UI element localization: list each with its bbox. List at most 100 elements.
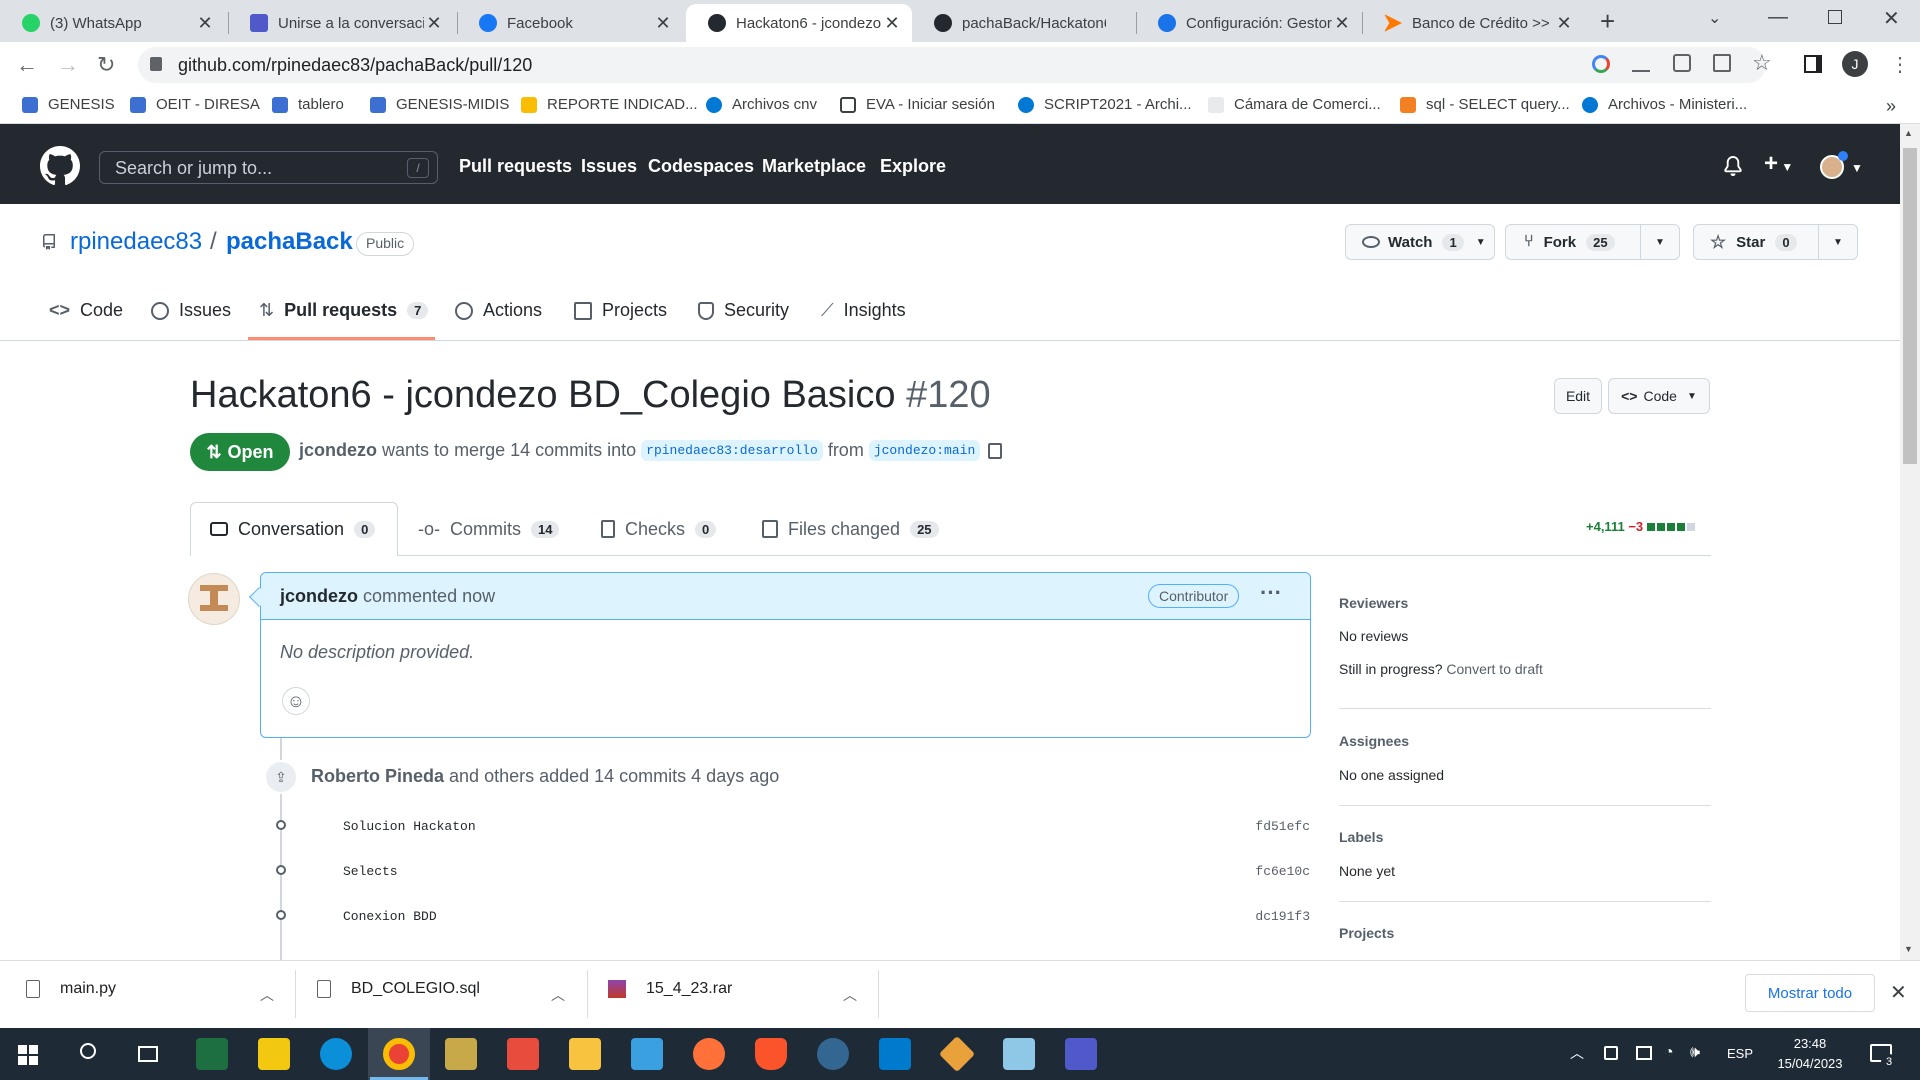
volume-icon[interactable]: 🕪 <box>1690 1044 1700 1062</box>
vscode-icon[interactable] <box>879 1038 911 1070</box>
assignees-heading[interactable]: Assignees <box>1339 733 1409 749</box>
fork-button[interactable]: ⑂ Fork 25 <box>1505 224 1641 260</box>
chevron-up-icon[interactable]: ︿ <box>1570 1043 1584 1063</box>
scroll-up-icon[interactable]: ▲ <box>1904 128 1913 138</box>
close-icon[interactable]: ✕ <box>1554 13 1574 34</box>
labels-heading[interactable]: Labels <box>1339 829 1383 845</box>
bookmarks-overflow[interactable]: » <box>1886 96 1896 117</box>
tab-actions[interactable]: Actions <box>455 300 542 321</box>
nav-marketplace[interactable]: Marketplace <box>762 156 866 177</box>
translate-icon[interactable] <box>1673 54 1691 72</box>
search-icon[interactable] <box>80 1043 96 1059</box>
share-icon[interactable] <box>1713 54 1731 72</box>
caret-down-icon[interactable]: ▼ <box>1851 161 1863 175</box>
search-input[interactable]: Search or jump to... / <box>99 151 438 184</box>
github-logo-icon[interactable] <box>40 146 80 186</box>
clock[interactable]: 23:48 15/04/2023 <box>1765 1034 1855 1074</box>
tab-hackaton6[interactable]: Hackaton6 - jcondezo ✕ <box>686 4 912 42</box>
star-dropdown-button[interactable]: ▼ <box>1818 224 1858 260</box>
commit-authors-link[interactable]: Roberto Pineda <box>311 766 444 786</box>
tab-banco[interactable]: Banco de Crédito >> B ✕ <box>1362 4 1584 42</box>
lock-icon[interactable] <box>150 57 162 71</box>
comment-timestamp[interactable]: commented now <box>363 586 495 606</box>
close-icon[interactable]: ✕ <box>882 13 902 34</box>
install-icon[interactable] <box>1632 54 1650 72</box>
task-view-icon[interactable] <box>138 1046 158 1062</box>
bell-icon[interactable] <box>1723 155 1743 177</box>
url-text[interactable]: github.com/rpinedaec83/pachaBack/pull/12… <box>178 55 532 76</box>
bookmark-archivos-ministerio[interactable]: Archivos - Ministeri... <box>1582 96 1747 113</box>
nav-codespaces[interactable]: Codespaces <box>648 156 754 177</box>
nav-issues[interactable]: Issues <box>581 156 637 177</box>
repo-owner-link[interactable]: rpinedaec83 <box>70 228 202 256</box>
maximize-button[interactable] <box>1828 10 1842 24</box>
new-tab-button[interactable]: + <box>1600 6 1615 37</box>
tab-pull-requests[interactable]: ⇅ Pull requests 7 <box>259 300 429 321</box>
fork-dropdown-button[interactable]: ▼ <box>1640 224 1680 260</box>
edit-button[interactable]: Edit <box>1554 378 1602 414</box>
close-icon[interactable]: ✕ <box>653 13 673 34</box>
star-button[interactable]: ☆ Star 0 <box>1693 224 1819 260</box>
watch-button[interactable]: Watch 1 ▼ <box>1345 224 1495 260</box>
close-icon[interactable]: ✕ <box>1332 13 1352 34</box>
chevron-up-icon[interactable]: ︿ <box>260 985 274 1005</box>
bookmark-script2021[interactable]: SCRIPT2021 - Archi... <box>1018 96 1192 113</box>
tab-files-changed[interactable]: Files changed 25 <box>762 503 939 555</box>
bookmark-star-icon[interactable]: ☆ <box>1752 50 1772 76</box>
back-icon[interactable]: ← <box>16 52 38 78</box>
tab-commits[interactable]: -o- Commits 14 <box>418 503 560 555</box>
bookmark-reporte[interactable]: REPORTE INDICAD... <box>521 96 698 113</box>
chrome-icon[interactable] <box>383 1038 415 1070</box>
teams-icon[interactable] <box>1065 1038 1097 1070</box>
side-panel-icon[interactable] <box>1804 55 1822 73</box>
code-dropdown-button[interactable]: <> Code ▼ <box>1608 378 1710 414</box>
git-gui-icon[interactable] <box>507 1038 539 1070</box>
tab-insights[interactable]: ⟋ Insights <box>821 300 906 321</box>
chevron-up-icon[interactable]: ︿ <box>551 985 565 1005</box>
reload-icon[interactable]: ↻ <box>97 52 115 78</box>
notes-icon[interactable] <box>1003 1038 1035 1070</box>
repo-name-link[interactable]: pachaBack <box>226 228 353 256</box>
commit-message[interactable]: Solucion Hackaton <box>343 819 476 834</box>
projects-heading[interactable]: Projects <box>1339 925 1394 941</box>
minimize-button[interactable]: — <box>1768 6 1788 29</box>
bookmark-eva[interactable]: EVA - Iniciar sesión <box>840 96 995 113</box>
file-explorer-icon[interactable] <box>569 1038 601 1070</box>
reviewers-heading[interactable]: Reviewers <box>1339 595 1408 611</box>
commit-message[interactable]: Conexion BDD <box>343 909 437 924</box>
language-indicator[interactable]: ESP <box>1727 1046 1753 1061</box>
bookmark-camara[interactable]: Cámara de Comerci... <box>1208 96 1381 113</box>
bookmark-sql[interactable]: sql - SELECT query... <box>1400 96 1570 113</box>
firefox-icon[interactable] <box>693 1038 725 1070</box>
tab-configuracion[interactable]: Configuración: Gestor ✕ <box>1136 4 1362 42</box>
bookmark-oeit[interactable]: OEIT - DIRESA <box>130 96 260 113</box>
google-icon[interactable] <box>1592 55 1610 73</box>
more-options-icon[interactable]: ··· <box>1260 580 1282 606</box>
profile-avatar[interactable]: J <box>1842 51 1868 77</box>
pr-author-link[interactable]: jcondezo <box>299 440 377 461</box>
device-icon[interactable] <box>1604 1046 1618 1060</box>
tab-search-icon[interactable]: ⌄ <box>1708 8 1721 28</box>
tab-whatsapp[interactable]: (3) WhatsApp ✕ <box>0 4 225 42</box>
scrollbar-thumb[interactable] <box>1903 148 1917 464</box>
download-item[interactable]: 15_4_23.rar <box>608 980 732 998</box>
show-all-downloads-button[interactable]: Mostrar todo <box>1745 974 1875 1012</box>
commit-message[interactable]: Selects <box>343 864 398 879</box>
tab-checks[interactable]: Checks 0 <box>601 503 717 555</box>
tab-projects[interactable]: Projects <box>574 300 667 321</box>
base-branch[interactable]: rpinedaec83:desarrollo <box>641 440 823 461</box>
chevron-up-icon[interactable]: ︿ <box>843 985 857 1005</box>
postgresql-icon[interactable] <box>817 1038 849 1070</box>
add-reaction-icon[interactable]: ☺ <box>282 687 310 715</box>
close-icon[interactable]: ✕ <box>424 13 444 34</box>
head-branch[interactable]: jcondezo:main <box>868 440 981 461</box>
convert-to-draft-link[interactable]: Convert to draft <box>1446 661 1543 677</box>
tab-issues[interactable]: Issues <box>151 300 231 321</box>
tab-pachaback[interactable]: pachaBack/Hackaton6 <box>912 4 1136 42</box>
download-item[interactable]: BD_COLEGIO.sql <box>317 980 480 998</box>
copy-icon[interactable] <box>988 442 1003 459</box>
commit-sha[interactable]: dc191f3 <box>1255 909 1310 924</box>
bookmark-archivos-cnv[interactable]: Archivos cnv <box>706 96 817 113</box>
bookmark-genesis-midis[interactable]: GENESIS-MIDIS <box>370 96 509 113</box>
windows-start-icon[interactable] <box>18 1045 38 1065</box>
